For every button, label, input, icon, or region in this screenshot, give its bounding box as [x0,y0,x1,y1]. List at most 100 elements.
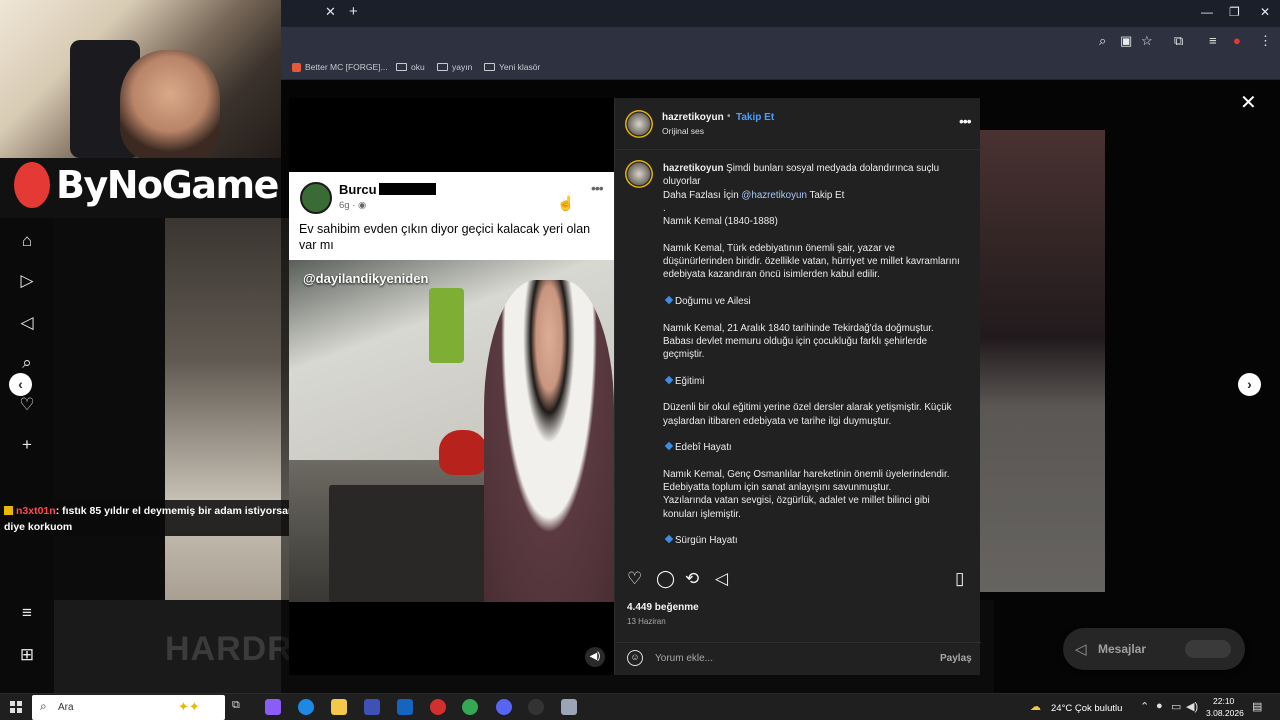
emoji-icon[interactable]: ☺ [627,650,643,666]
author-username[interactable]: hazretikoyun [662,112,724,123]
blue-diamond-icon [664,295,674,305]
discord-icon[interactable] [496,699,512,715]
mention-link[interactable]: @hazretikoyun [741,190,807,201]
extensions-icon[interactable]: ⧉ [1174,33,1183,49]
post-caption: hazretikoyun Şimdi bunları sosyal medyad… [663,162,963,548]
instagram-sidebar: ⌂ ▷ ◁ ⌕ ♡ + ≡ ⊞ [0,218,54,693]
cast-icon[interactable]: ▣ [1120,33,1132,49]
mouse-cursor-icon: ☝ [557,195,575,211]
search-icon[interactable]: ⌕ [16,352,38,374]
minimize-icon[interactable]: — [1201,5,1213,19]
caption-heading: Edebî Hayatı [675,442,732,454]
windows-start-icon[interactable] [10,701,22,713]
repost-icon[interactable]: ⟲ [685,569,699,589]
chrome-icon[interactable] [462,699,478,715]
tray-chevron-icon[interactable]: ⌃ [1140,700,1149,713]
heart-icon[interactable]: ♡ [16,394,38,416]
edge-icon[interactable] [298,699,314,715]
notification-icon[interactable]: ▤ [1252,700,1262,713]
bookmark-folder[interactable]: oku [396,62,425,72]
app-icon[interactable] [561,699,577,715]
explore-icon[interactable]: ◁ [16,312,38,334]
mute-toggle-icon[interactable]: ◀) [585,647,605,667]
caption-heading: Doğumu ve Ailesi [675,295,751,307]
restore-icon[interactable]: ❐ [1229,5,1240,19]
folder-icon [437,63,448,71]
post-header: hazretikoyun • Takip Et Orijinal ses ••• [615,98,981,150]
bynogame-logo-icon [14,162,50,208]
zoom-icon[interactable]: ⌕ [1099,33,1106,49]
task-view-icon[interactable]: ⧉ [232,699,248,715]
store-icon[interactable] [364,699,380,715]
previous-post-button[interactable]: ‹ [9,373,32,396]
messages-label: Mesajlar [1098,642,1147,656]
follow-button[interactable]: Takip Et [736,112,774,123]
windows-taskbar: ⌕ Ara ✦✦ ⧉ ☁ 24°C Çok bulutlu ⌃ ● ▭ ◀) 2… [0,693,1280,720]
caption-username[interactable]: hazretikoyun [663,163,723,174]
bookmark-item[interactable]: Better MC [FORGE]... [292,62,388,72]
obs-icon[interactable] [528,699,544,715]
photo-kettle [439,430,487,475]
like-heart-icon[interactable]: ♡ [627,569,642,589]
save-bookmark-icon[interactable]: ▯ [955,569,964,589]
comment-input[interactable]: Yorum ekle... [655,653,713,664]
bookmarks-bar: Better MC [FORGE]... oku yayın Yeni klas… [281,55,1280,80]
facebook-screenshot-card: Burcu 6g · ◉ ••• Ev sahibim evden çıkın … [289,172,614,260]
next-post-button[interactable]: › [1238,373,1261,396]
post-details-panel: hazretikoyun • Takip Et Orijinal ses •••… [614,98,981,675]
like-count[interactable]: 4.449 beğenme [627,602,699,613]
fb-name: Burcu [339,182,377,197]
apps-icon[interactable]: ⊞ [16,644,38,666]
chat-username: n3xt01n [16,505,56,517]
new-tab-icon[interactable]: + [349,3,358,20]
profile-icon[interactable]: ● [1233,33,1241,48]
fb-meta: 6g · ◉ [339,200,367,211]
messages-button[interactable]: ◁ Mesajlar [1063,628,1245,670]
weather-text[interactable]: 24°C Çok bulutlu [1051,703,1122,714]
bookmark-folder[interactable]: Yeni klasör [484,62,540,72]
opera-icon[interactable] [430,699,446,715]
fb-post-text: Ev sahibim evden çıkın diyor geçici kala… [299,222,591,252]
caption-heading: Eğitimi [675,375,705,387]
comment-icon[interactable]: ◯ [656,569,675,589]
file-explorer-icon[interactable] [331,699,347,715]
menu-icon[interactable]: ⋮ [1259,33,1272,49]
caption-paragraph: Namık Kemal, Genç Osmanlılar hareketinin… [663,468,950,494]
network-icon[interactable]: ▭ [1171,700,1181,713]
blue-diamond-icon [664,441,674,451]
bookmark-folder[interactable]: yayın [437,62,472,72]
close-tab-icon[interactable]: ✕ [325,4,336,20]
create-icon[interactable]: + [16,434,38,456]
window-close-icon[interactable]: ✕ [1260,5,1270,19]
photo-towel [429,288,464,363]
search-icon: ⌕ [40,699,47,713]
mail-icon[interactable] [397,699,413,715]
author-avatar[interactable] [625,110,653,138]
bookmark-star-icon[interactable]: ☆ [1141,33,1153,49]
sparkle-icon: ✦✦ [178,699,200,714]
photo-person [484,280,614,602]
more-options-icon[interactable]: ••• [959,113,972,129]
audio-label[interactable]: Orijinal ses [662,126,704,136]
clock-time[interactable]: 22:10 [1213,696,1234,706]
share-send-icon[interactable]: ◁ [715,569,728,589]
microphone-icon[interactable]: ● [1156,700,1163,712]
close-modal-icon[interactable]: ✕ [1240,90,1257,115]
chat-badge-icon [4,506,13,515]
webcam-overlay [0,0,281,158]
fb-avatar [300,182,332,214]
copilot-icon[interactable] [265,699,281,715]
post-comment-button[interactable]: Paylaş [940,653,972,664]
folder-icon [396,63,407,71]
home-icon[interactable]: ⌂ [16,230,38,252]
reels-icon[interactable]: ▷ [16,270,38,292]
clock-date[interactable]: 3.08.2026 [1206,708,1244,718]
media-control-icon[interactable]: ≡ [1209,33,1217,48]
more-menu-icon[interactable]: ≡ [16,602,38,624]
send-icon: ◁ [1075,641,1087,658]
caption-avatar[interactable] [625,160,653,188]
weather-icon: ☁ [1030,701,1041,713]
caption-paragraph: Namık Kemal, Türk edebiyatının önemli şa… [663,242,960,281]
taskbar-search[interactable]: ⌕ Ara ✦✦ [32,695,225,720]
volume-icon[interactable]: ◀) [1186,700,1198,713]
